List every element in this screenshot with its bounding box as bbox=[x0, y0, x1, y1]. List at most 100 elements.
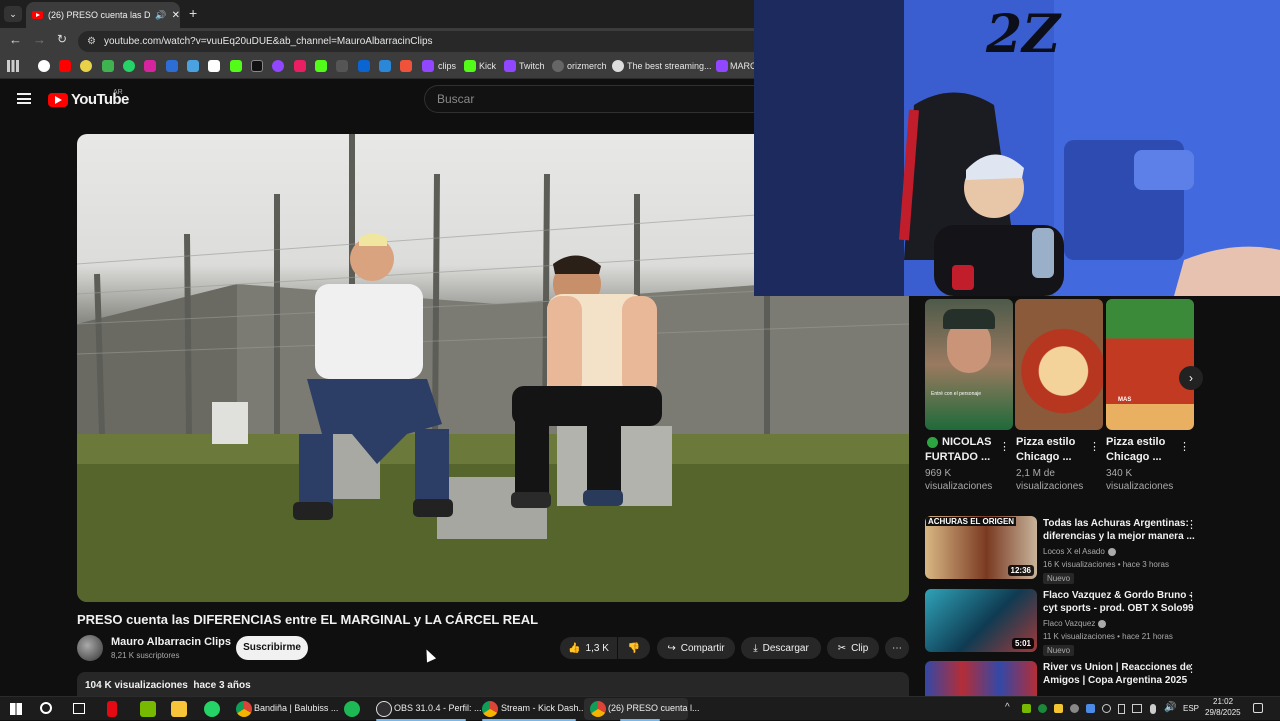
input-language[interactable]: ESP bbox=[1183, 704, 1199, 713]
bookmark-icon[interactable] bbox=[272, 60, 284, 72]
bookmark-whatsapp-icon[interactable] bbox=[123, 60, 135, 72]
description-box[interactable]: 104 K visualizaciones hace 3 años bbox=[77, 672, 909, 696]
apps-grid-icon[interactable] bbox=[7, 60, 19, 72]
bookmark-clips[interactable]: clips bbox=[438, 61, 456, 71]
tray-icon[interactable] bbox=[1038, 704, 1047, 713]
bookmark-kick-icon[interactable] bbox=[464, 60, 476, 72]
spotify-icon[interactable] bbox=[344, 701, 360, 717]
video-thumbnail[interactable]: ACHURAS EL ORIGEN 12:36 bbox=[925, 516, 1037, 579]
recommended-title-cont[interactable]: cyt sports - prod. OBT X Solo99 bbox=[1043, 603, 1194, 614]
more-vert-icon[interactable]: ⋮ bbox=[1179, 441, 1190, 453]
more-vert-icon[interactable]: ⋮ bbox=[999, 441, 1010, 453]
download-button[interactable]: ⤓ Descargar bbox=[741, 637, 821, 659]
tray-icon[interactable] bbox=[1054, 704, 1063, 713]
short-thumbnail[interactable]: MAS bbox=[1106, 299, 1194, 430]
chrome-icon[interactable] bbox=[590, 701, 606, 717]
bookmark-twitch[interactable]: Twitch bbox=[519, 61, 545, 71]
search-icon[interactable] bbox=[40, 702, 52, 714]
nvidia-icon[interactable] bbox=[140, 701, 156, 717]
channel-avatar[interactable] bbox=[77, 635, 103, 661]
whatsapp-icon[interactable] bbox=[204, 701, 220, 717]
bookmark-instagram-icon[interactable] bbox=[144, 60, 156, 72]
clock-time[interactable]: 21:02 bbox=[1213, 697, 1233, 706]
bookmark-streaming[interactable]: The best streaming... bbox=[627, 61, 712, 71]
bookmark-icon[interactable] bbox=[379, 60, 391, 72]
short-title[interactable]: NICOLAS bbox=[942, 436, 992, 448]
clock-date[interactable]: 29/8/2025 bbox=[1205, 708, 1241, 717]
close-tab-icon[interactable]: ✕ bbox=[172, 10, 180, 21]
short-title-cont[interactable]: Chicago ... bbox=[1106, 451, 1162, 463]
recommended-title[interactable]: Flaco Vazquez & Gordo Bruno - bbox=[1043, 590, 1192, 601]
short-thumbnail[interactable]: Entré con el personaje bbox=[925, 299, 1013, 430]
bookmark-icon[interactable] bbox=[294, 60, 306, 72]
reload-icon[interactable]: ↻ bbox=[57, 32, 67, 46]
shorts-next-icon[interactable]: › bbox=[1179, 366, 1203, 390]
video-thumbnail[interactable] bbox=[925, 661, 1037, 696]
tray-icon[interactable] bbox=[1070, 704, 1079, 713]
recommended-title[interactable]: River vs Union | Reacciones de bbox=[1043, 662, 1191, 673]
tray-icon[interactable] bbox=[1102, 704, 1111, 713]
tray-icon[interactable] bbox=[1022, 704, 1031, 713]
more-vert-icon[interactable]: ⋮ bbox=[1186, 591, 1197, 603]
bookmark-icon[interactable] bbox=[166, 60, 178, 72]
search-input[interactable]: Buscar bbox=[424, 85, 754, 113]
url-field[interactable]: ⚙ youtube.com/watch?v=vuuEq20uDUE&ab_cha… bbox=[78, 31, 778, 52]
microphone-icon[interactable] bbox=[1150, 704, 1156, 714]
file-explorer-icon[interactable] bbox=[171, 701, 187, 717]
bookmark-marco-icon[interactable] bbox=[716, 60, 728, 72]
video-thumbnail[interactable]: 5:01 bbox=[925, 589, 1037, 652]
bookmark-google-icon[interactable] bbox=[38, 60, 50, 72]
like-button[interactable]: 👍 1,3 K bbox=[560, 637, 617, 659]
short-title[interactable]: Pizza estilo bbox=[1106, 436, 1165, 448]
channel-name[interactable]: Mauro Albarracin Clips bbox=[111, 636, 231, 648]
more-vert-icon[interactable]: ⋮ bbox=[1186, 519, 1197, 531]
recommended-title-cont[interactable]: diferencias y la mejor manera ... bbox=[1043, 531, 1195, 542]
bookmark-icon[interactable] bbox=[336, 60, 348, 72]
taskbar-item-label[interactable]: Stream - Kick Dash... bbox=[501, 703, 586, 713]
obs-icon[interactable] bbox=[376, 701, 392, 717]
more-actions-button[interactable]: ⋯ bbox=[885, 637, 909, 659]
taskbar-item-label[interactable]: OBS 31.0.4 - Perfil: ... bbox=[394, 703, 482, 713]
clip-button[interactable]: ✂ Clip bbox=[827, 637, 879, 659]
bookmark-icon[interactable] bbox=[400, 60, 412, 72]
bookmark-orizmerch-icon[interactable] bbox=[552, 60, 564, 72]
volume-icon[interactable]: 🔊 bbox=[1164, 702, 1176, 713]
chrome-icon[interactable] bbox=[236, 701, 252, 717]
bookmark-orizmerch[interactable]: orizmerch bbox=[567, 61, 607, 71]
bookmark-youtube-icon[interactable] bbox=[59, 60, 71, 72]
recommended-title[interactable]: Todas las Achuras Argentinas: bbox=[1043, 518, 1189, 529]
menu-icon[interactable] bbox=[17, 93, 31, 104]
tab-youtube[interactable]: (26) PRESO cuenta las DIFERE 🔊 ✕ bbox=[26, 2, 180, 28]
taskbar-item-label[interactable]: (26) PRESO cuenta l... bbox=[608, 703, 700, 713]
more-vert-icon[interactable]: ⋮ bbox=[1186, 663, 1197, 675]
subscribe-button[interactable]: Suscribirme bbox=[236, 636, 308, 660]
recommended-channel[interactable]: Flaco Vazquez bbox=[1043, 619, 1095, 628]
back-icon[interactable]: ← bbox=[9, 32, 22, 47]
new-tab-icon[interactable]: + bbox=[189, 5, 197, 21]
audio-icon[interactable]: 🔊 bbox=[155, 10, 166, 21]
short-title-cont[interactable]: FURTADO ... bbox=[925, 451, 990, 463]
tray-icon[interactable] bbox=[1132, 704, 1142, 713]
dislike-button[interactable]: 👎 bbox=[618, 637, 650, 659]
bookmark-tiktok-icon[interactable] bbox=[251, 60, 263, 72]
bookmark-icon[interactable] bbox=[230, 60, 242, 72]
netflix-icon[interactable] bbox=[107, 701, 117, 717]
more-vert-icon[interactable]: ⋮ bbox=[1089, 441, 1100, 453]
bookmark-icon[interactable] bbox=[80, 60, 92, 72]
bookmark-outlook-icon[interactable] bbox=[358, 60, 370, 72]
short-title-cont[interactable]: Chicago ... bbox=[1016, 451, 1072, 463]
bookmark-streaming-icon[interactable] bbox=[612, 60, 624, 72]
bookmark-icon[interactable] bbox=[208, 60, 220, 72]
short-thumbnail[interactable] bbox=[1015, 299, 1103, 430]
tray-chevron-icon[interactable]: ^ bbox=[1005, 702, 1010, 713]
bookmark-kick[interactable]: Kick bbox=[479, 61, 496, 71]
youtube-logo-icon[interactable] bbox=[48, 93, 68, 107]
short-title[interactable]: Pizza estilo bbox=[1016, 436, 1075, 448]
bookmark-icon[interactable] bbox=[315, 60, 327, 72]
recommended-channel[interactable]: Locos X el Asado bbox=[1043, 547, 1105, 556]
tray-icon[interactable] bbox=[1086, 704, 1095, 713]
tab-list-icon[interactable]: ⌄ bbox=[4, 6, 22, 22]
bookmark-clips-icon[interactable] bbox=[422, 60, 434, 72]
forward-icon[interactable]: → bbox=[33, 32, 46, 47]
bookmark-icon[interactable] bbox=[102, 60, 114, 72]
